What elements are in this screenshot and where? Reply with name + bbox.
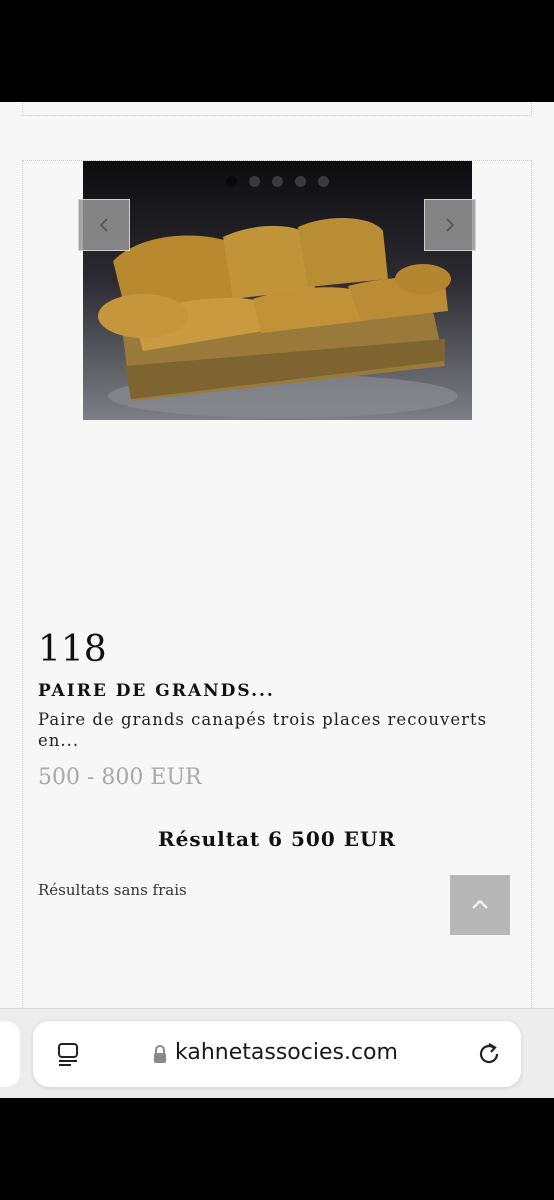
url-text[interactable]: kahnetassocies.com xyxy=(175,1040,398,1065)
lot-description: Paire de grands canapés trois places rec… xyxy=(38,710,488,750)
sofa-photo xyxy=(98,217,458,418)
previous-tab-stub[interactable] xyxy=(0,1021,20,1087)
browser-address-bar: kahnetassocies.com xyxy=(0,1008,554,1098)
carousel-dot-3[interactable] xyxy=(272,176,283,187)
carousel-dots xyxy=(83,176,472,187)
chevron-left-icon xyxy=(99,218,108,232)
chevron-right-icon xyxy=(446,218,455,232)
carousel-dot-4[interactable] xyxy=(295,176,306,187)
lock-icon xyxy=(154,1045,166,1063)
url-field[interactable]: kahnetassocies.com xyxy=(33,1021,521,1087)
lot-title[interactable]: PAIRE DE GRANDS... xyxy=(38,681,275,701)
carousel-dot-1[interactable] xyxy=(226,176,237,187)
status-area xyxy=(0,0,554,102)
scroll-to-top-button[interactable] xyxy=(450,875,510,935)
lot-image-carousel[interactable] xyxy=(83,161,472,420)
carousel-dot-2[interactable] xyxy=(249,176,260,187)
lot-result: Résultat 6 500 EUR xyxy=(157,827,397,851)
lot-number: 118 xyxy=(38,629,107,670)
chevron-up-icon xyxy=(472,899,488,909)
reload-icon[interactable] xyxy=(475,1040,503,1068)
carousel-next-button[interactable] xyxy=(424,199,476,251)
previous-lot-card xyxy=(22,102,532,116)
carousel-dot-5[interactable] xyxy=(318,176,329,187)
home-indicator-area xyxy=(0,1098,554,1200)
reader-mode-icon[interactable] xyxy=(55,1041,81,1067)
lot-estimate: 500 - 800 EUR xyxy=(38,765,202,790)
carousel-prev-button[interactable] xyxy=(78,199,130,251)
web-page: 118 PAIRE DE GRANDS... Paire de grands c… xyxy=(0,102,554,1108)
fees-note: Résultats sans frais xyxy=(38,881,187,899)
lot-card: 118 PAIRE DE GRANDS... Paire de grands c… xyxy=(22,160,532,1108)
